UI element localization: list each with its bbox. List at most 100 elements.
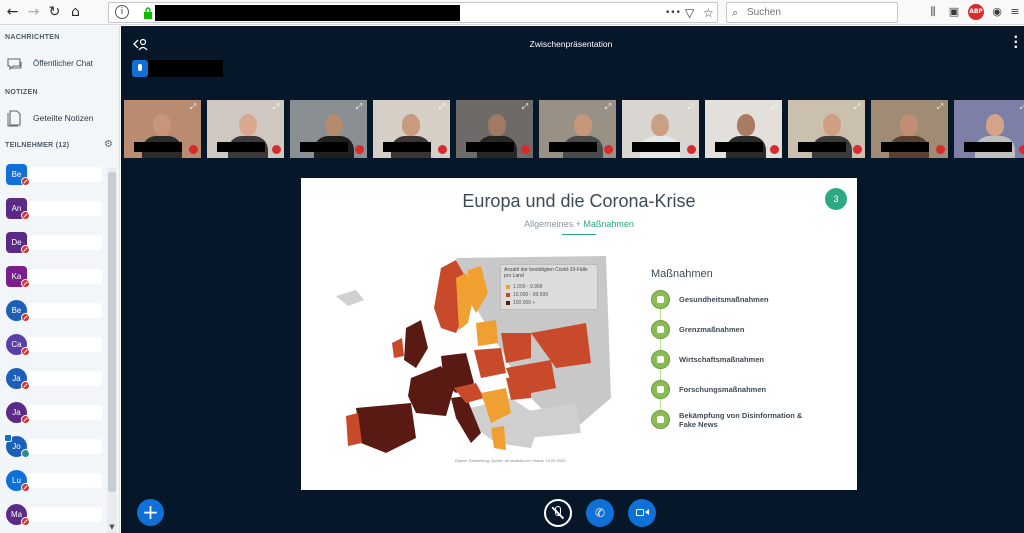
measure-label: Grenzmaßnahmen xyxy=(679,325,745,334)
webcam-person-head xyxy=(900,114,918,136)
unmute-button[interactable] xyxy=(544,499,572,527)
participant-name-hidden xyxy=(28,439,102,454)
page-actions-icon[interactable]: ••• xyxy=(665,4,681,22)
measure-icon xyxy=(651,410,670,429)
webcam-name-redacted xyxy=(466,142,514,152)
fullscreen-icon[interactable]: ⤢ xyxy=(603,102,613,112)
slide-subtitle: Allgemeines + Maßnahmen xyxy=(301,219,857,229)
fullscreen-icon[interactable]: ⤢ xyxy=(686,102,696,112)
talker-name-redacted xyxy=(148,60,223,77)
adblock-icon[interactable]: ABP xyxy=(968,4,984,20)
hide-panel-icon[interactable] xyxy=(133,37,149,51)
sidebar-toggle-icon[interactable]: ▣ xyxy=(946,4,962,20)
messages-section-title: NACHRICHTEN xyxy=(5,34,60,41)
reload-icon[interactable]: ↻ xyxy=(45,3,64,22)
measure-icon xyxy=(651,290,670,309)
map-region-belarus xyxy=(501,333,531,363)
measure-item: Forschungsmaßnahmen xyxy=(651,380,851,400)
participant-row[interactable]: Ja xyxy=(6,368,102,390)
forward-icon[interactable]: → xyxy=(24,3,43,22)
shared-notes-item[interactable]: Geteilte Notizen xyxy=(6,108,111,130)
webcam-tile[interactable]: ⤢ xyxy=(124,100,201,158)
fullscreen-icon[interactable]: ⤢ xyxy=(188,102,198,112)
back-icon[interactable]: ← xyxy=(3,3,22,22)
bookmark-star-icon[interactable]: ☆ xyxy=(703,4,714,22)
participant-row[interactable]: Jo xyxy=(4,434,102,458)
webcam-tile[interactable]: ⤢ xyxy=(871,100,948,158)
phone-icon: ✆ xyxy=(594,506,606,520)
subtitle-plain: Allgemeines + xyxy=(524,219,584,229)
map-region-uk xyxy=(404,320,428,368)
participant-row[interactable]: An xyxy=(6,198,102,220)
fullscreen-icon[interactable]: ⤢ xyxy=(520,102,530,112)
webcam-tile[interactable]: ⤢ xyxy=(954,100,1024,158)
webcam-tile[interactable]: ⤢ xyxy=(788,100,865,158)
menu-icon[interactable]: ≡ xyxy=(1007,4,1023,20)
measures-title: Maßnahmen xyxy=(651,268,713,280)
gear-icon[interactable]: ⚙ xyxy=(104,139,113,150)
measure-label: Gesundheitsmaßnahmen xyxy=(679,295,769,304)
webcam-person-head xyxy=(823,114,841,136)
browser-toolbar: ← → ↻ ⌂ i ••• ▽ ☆ ⌕ ⫼ ▣ ABP ◉ ≡ xyxy=(0,0,1024,25)
webcam-tile[interactable]: ⤢ xyxy=(207,100,284,158)
participant-row[interactable]: Be xyxy=(6,164,102,186)
webcam-person-head xyxy=(402,114,420,136)
fullscreen-icon[interactable]: ⤢ xyxy=(354,102,364,112)
measure-label: Bekämpfung von Disinformation & Fake New… xyxy=(679,411,803,429)
site-info-icon[interactable]: i xyxy=(115,5,129,19)
subtitle-highlight: Maßnahmen xyxy=(583,219,634,229)
participant-row[interactable]: Ka xyxy=(6,266,102,288)
legend-swatch-mid xyxy=(506,292,510,297)
webcam-tile[interactable]: ⤢ xyxy=(539,100,616,158)
slide-title: Europa und die Corona-Krise xyxy=(462,191,696,211)
webcam-tile[interactable]: ⤢ xyxy=(290,100,367,158)
participant-row[interactable]: De xyxy=(6,232,102,254)
webcam-tile[interactable]: ⤢ xyxy=(705,100,782,158)
webcam-person-head xyxy=(239,114,257,136)
sidebar-scrollbar[interactable]: ▼ xyxy=(107,168,117,533)
measure-item: Grenzmaßnahmen xyxy=(651,320,851,340)
leave-audio-button[interactable]: ✆ xyxy=(586,499,614,527)
search-input[interactable] xyxy=(747,5,892,20)
muted-icon xyxy=(355,145,364,154)
home-icon[interactable]: ⌂ xyxy=(66,3,85,22)
scrollbar-thumb[interactable] xyxy=(108,172,116,492)
library-icon[interactable]: ⫼ xyxy=(925,4,941,20)
webcam-tile[interactable]: ⤢ xyxy=(373,100,450,158)
microphone-icon xyxy=(132,60,148,77)
participant-name-hidden xyxy=(28,167,102,182)
fullscreen-icon[interactable]: ⤢ xyxy=(271,102,281,112)
measure-icon xyxy=(651,320,670,339)
measure-icon xyxy=(651,350,670,369)
legend-title: Anzahl der bestätigten Covid-19-Fälle pr… xyxy=(504,267,588,279)
participant-row[interactable]: Ca xyxy=(6,334,102,356)
fullscreen-icon[interactable]: ⤢ xyxy=(1018,102,1024,112)
fullscreen-icon[interactable]: ⤢ xyxy=(935,102,945,112)
participant-name-hidden xyxy=(28,473,102,488)
scroll-down-icon[interactable]: ▼ xyxy=(107,523,117,531)
participant-name-hidden xyxy=(28,371,102,386)
legend-label-mid: 10.000 - 99.999 xyxy=(513,292,549,298)
url-bar[interactable]: i ••• ▽ ☆ xyxy=(108,2,718,23)
account-icon[interactable]: ◉ xyxy=(989,4,1005,20)
legend-item-low: 1.000 - 9.999 xyxy=(506,284,542,290)
webcam-tile[interactable]: ⤢ xyxy=(456,100,533,158)
add-action-button[interactable]: + xyxy=(137,499,164,526)
fullscreen-icon[interactable]: ⤢ xyxy=(769,102,779,112)
pocket-icon[interactable]: ▽ xyxy=(685,4,694,22)
map-region-greece xyxy=(491,426,506,450)
share-webcam-button[interactable] xyxy=(628,499,656,527)
participant-row[interactable]: Ja xyxy=(6,402,102,424)
more-options-icon[interactable]: · · · xyxy=(1013,31,1018,53)
search-box[interactable]: ⌕ xyxy=(726,2,898,23)
webcam-tile[interactable]: ⤢ xyxy=(622,100,699,158)
participant-row[interactable]: Lu xyxy=(6,470,102,492)
participant-row[interactable]: Be xyxy=(6,300,102,322)
map-region-spain xyxy=(356,403,416,453)
public-chat-item[interactable]: Öffentlicher Chat xyxy=(6,54,111,76)
webcam-name-redacted xyxy=(798,142,846,152)
participant-row[interactable]: Ma xyxy=(6,504,102,526)
fullscreen-icon[interactable]: ⤢ xyxy=(437,102,447,112)
webcam-person-head xyxy=(986,114,1004,136)
fullscreen-icon[interactable]: ⤢ xyxy=(852,102,862,112)
